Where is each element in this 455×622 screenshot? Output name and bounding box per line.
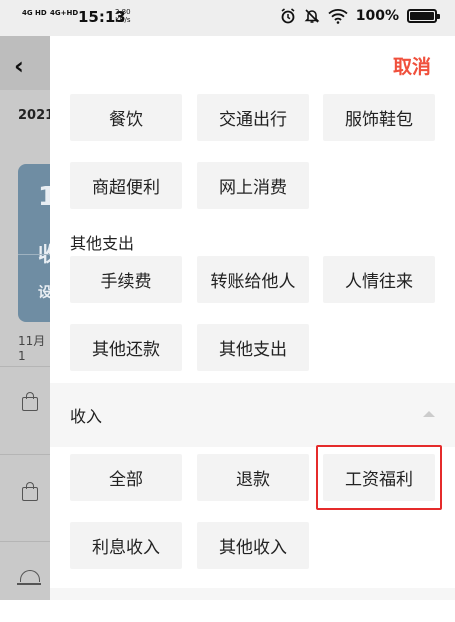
speed-unit: KB/s bbox=[115, 16, 131, 24]
chip-category[interactable]: 其他支出 bbox=[197, 324, 309, 371]
chip-category[interactable]: 人情往来 bbox=[323, 256, 435, 303]
chip-category[interactable]: 利息收入 bbox=[70, 522, 182, 569]
background-page: ‹ 2021. 1 收 设 11月1 bbox=[0, 36, 59, 600]
signal-1: 4G HD bbox=[22, 9, 47, 17]
chevron-up-icon[interactable] bbox=[423, 411, 435, 417]
background-list-item bbox=[0, 454, 50, 535]
background-list-item bbox=[0, 366, 50, 447]
category-sheet: 取消 餐饮 交通出行 服饰鞋包 商超便利 网上消费 其他支出 手续费 转账给他人… bbox=[50, 36, 455, 600]
bag-icon bbox=[22, 392, 38, 411]
background-list-item bbox=[0, 541, 50, 622]
chip-category[interactable]: 退款 bbox=[197, 454, 309, 501]
battery-icon bbox=[407, 9, 440, 23]
battery-percent: 100% bbox=[355, 8, 399, 24]
chip-category[interactable]: 交通出行 bbox=[197, 94, 309, 141]
chip-category[interactable]: 转账给他人 bbox=[197, 256, 309, 303]
chip-category[interactable]: 网上消费 bbox=[197, 162, 309, 209]
chevron-left-icon[interactable]: ‹ bbox=[14, 52, 24, 80]
background-date-2: 11月1 bbox=[18, 334, 46, 363]
chip-category-salary[interactable]: 工资福利 bbox=[323, 454, 435, 501]
bag-icon bbox=[22, 482, 38, 501]
signal-2: 4G+HD bbox=[50, 9, 78, 17]
chip-category[interactable]: 其他还款 bbox=[70, 324, 182, 371]
status-bar: 4G HD 4G+HD 15:13 2.80 KB/s 100% bbox=[0, 0, 455, 36]
wifi-icon bbox=[328, 9, 348, 24]
speed-value: 2.80 bbox=[115, 8, 131, 16]
bottom-divider bbox=[50, 588, 455, 600]
chip-category[interactable]: 手续费 bbox=[70, 256, 182, 303]
network-label-2: 4G+HD bbox=[50, 9, 79, 17]
cancel-button[interactable]: 取消 bbox=[393, 52, 431, 79]
bell-icon bbox=[17, 570, 41, 585]
chip-category[interactable]: 其他收入 bbox=[197, 522, 309, 569]
status-right: 100% bbox=[280, 8, 440, 24]
section-header-income[interactable]: 收入 bbox=[50, 383, 455, 447]
mute-icon bbox=[304, 9, 320, 23]
net-speed: 2.80 KB/s bbox=[115, 8, 131, 24]
chip-category[interactable]: 商超便利 bbox=[70, 162, 182, 209]
network-label-1: 4G HD bbox=[22, 9, 47, 17]
chip-category[interactable]: 餐饮 bbox=[70, 94, 182, 141]
background-header: ‹ bbox=[0, 36, 50, 90]
alarm-icon bbox=[281, 8, 295, 24]
section-title: 收入 bbox=[70, 407, 103, 426]
chip-category[interactable]: 全部 bbox=[70, 454, 182, 501]
group-title-other-expense: 其他支出 bbox=[70, 234, 135, 253]
chip-category[interactable]: 服饰鞋包 bbox=[323, 94, 435, 141]
